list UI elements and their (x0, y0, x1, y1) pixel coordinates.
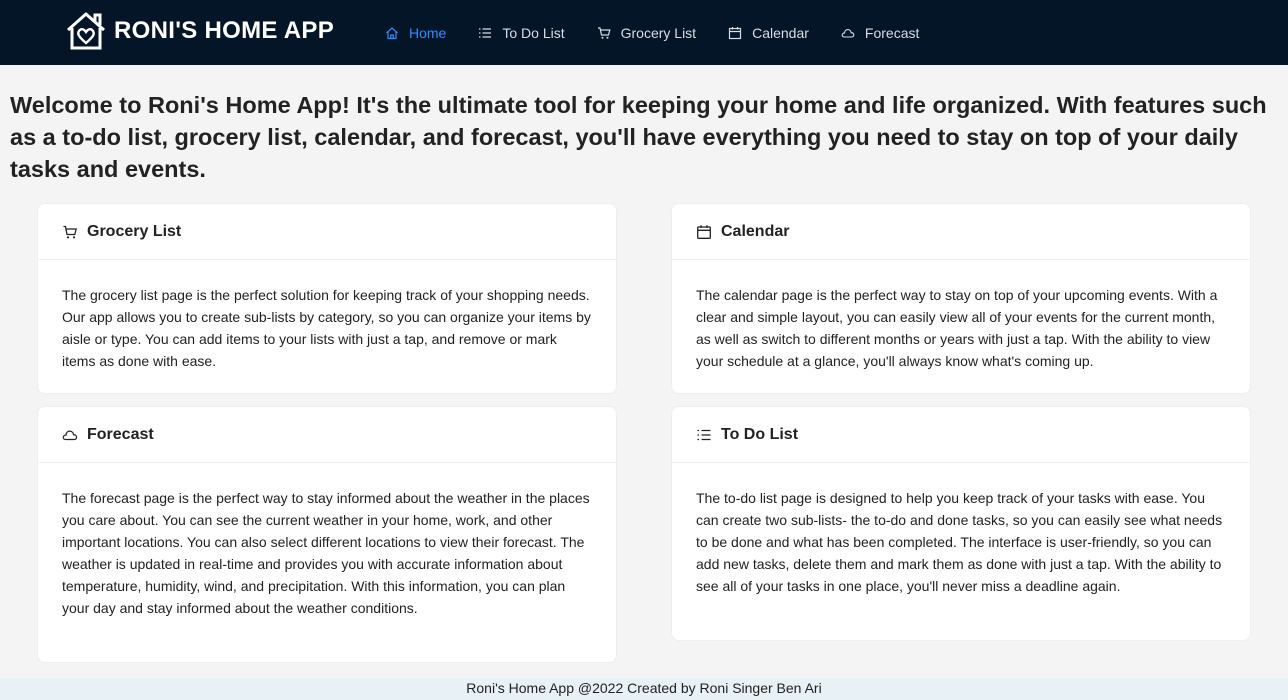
cloud-icon (841, 28, 855, 38)
forecast-card[interactable]: Forecast The forecast page is the perfec… (37, 406, 617, 663)
card-title: To Do List (721, 425, 799, 443)
nav-item-home[interactable]: Home (385, 0, 446, 65)
nav-item-todo[interactable]: To Do List (478, 0, 565, 65)
calendar-icon (728, 26, 742, 39)
footer: Roni's Home App @2022 Created by Roni Si… (0, 678, 1288, 700)
nav-item-grocery[interactable]: Grocery List (597, 0, 696, 65)
cloud-icon (62, 430, 78, 440)
top-navbar: RONI'S HOME APP Home To Do List Grocery … (0, 0, 1288, 65)
card-title: Calendar (721, 222, 790, 240)
card-description: The grocery list page is the perfect sol… (62, 287, 591, 369)
card-header: Grocery List (38, 204, 616, 260)
card-header: Calendar (672, 204, 1250, 260)
home-icon (386, 26, 398, 39)
calendar-icon (697, 224, 711, 239)
todo-card[interactable]: To Do List The to-do list page is design… (671, 406, 1251, 641)
brand-title: RONI'S HOME APP (114, 17, 335, 44)
calendar-card[interactable]: Calendar The calendar page is the perfec… (671, 203, 1251, 394)
card-title: Grocery List (87, 222, 182, 240)
nav-menu: Home To Do List Grocery List Calendar Fo… (385, 0, 951, 65)
brand[interactable]: RONI'S HOME APP (64, 10, 334, 52)
card-header: To Do List (672, 407, 1250, 463)
nav-item-label: Home (409, 24, 447, 41)
card-description: The forecast page is the perfect way to … (62, 490, 590, 616)
nav-item-label: Forecast (864, 24, 920, 41)
card-title: Forecast (87, 425, 154, 443)
welcome-heading: Welcome to Roni's Home App! It's the ult… (10, 92, 1267, 182)
list-icon (697, 429, 711, 440)
nav-item-calendar[interactable]: Calendar (728, 0, 809, 65)
house-heart-logo-icon (67, 12, 105, 50)
cart-icon (597, 26, 611, 39)
nav-item-label: Grocery List (620, 24, 697, 41)
card-description: The to-do list page is designed to help … (696, 490, 1223, 594)
card-header: Forecast (38, 407, 616, 463)
cart-icon (63, 225, 78, 238)
nav-item-label: To Do List (502, 24, 565, 41)
nav-item-forecast[interactable]: Forecast (841, 0, 919, 65)
list-icon (479, 27, 492, 38)
card-description: The calendar page is the perfect way to … (696, 287, 1218, 369)
grocery-card[interactable]: Grocery List The grocery list page is th… (37, 203, 617, 394)
nav-item-label: Calendar (752, 24, 809, 41)
